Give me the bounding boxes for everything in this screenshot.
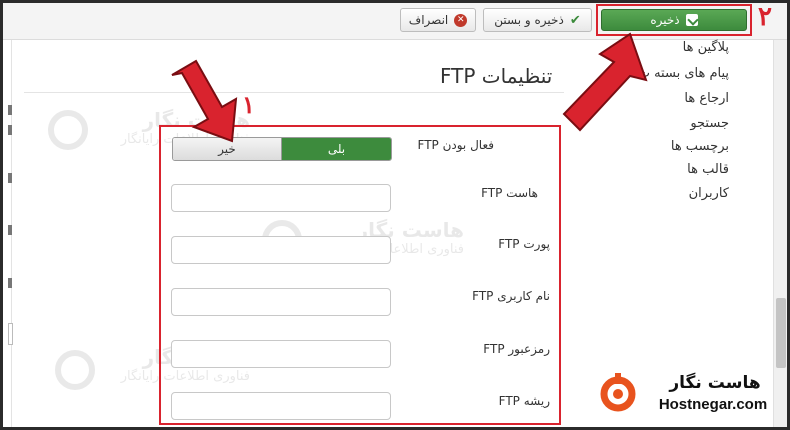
title-divider bbox=[24, 92, 564, 93]
toolbar: ✕ انصراف ✔ ذخیره و بستن ذخیره bbox=[0, 0, 790, 40]
ftp-port-label: پورت FTP bbox=[498, 237, 550, 251]
annotation-arrow-save bbox=[562, 32, 648, 132]
cancel-button[interactable]: ✕ انصراف bbox=[400, 8, 476, 32]
ftp-port-input[interactable] bbox=[171, 236, 391, 264]
ftp-password-input[interactable] bbox=[171, 340, 391, 368]
left-rail-mark bbox=[8, 105, 12, 115]
save-button-label: ذخیره bbox=[650, 13, 680, 27]
annotation-marker-form: ۱ bbox=[242, 90, 255, 119]
ftp-enable-label: فعال بودن FTP bbox=[417, 138, 495, 152]
ftp-username-label: نام کاربری FTP bbox=[472, 289, 550, 303]
watermark-logo bbox=[55, 350, 95, 390]
left-column-edge bbox=[3, 40, 13, 427]
ftp-username-input[interactable] bbox=[171, 288, 391, 316]
sidebar-item-users[interactable]: کاربران bbox=[689, 186, 729, 201]
ftp-password-label: رمزعبور FTP bbox=[483, 342, 550, 356]
ftp-root-label: ریشه FTP bbox=[498, 394, 550, 408]
brand-name-en: Hostnegar.com bbox=[658, 396, 768, 413]
sidebar-item-plugins[interactable]: پلاگین ها bbox=[683, 40, 729, 55]
watermark-logo bbox=[48, 110, 88, 150]
cancel-icon: ✕ bbox=[454, 13, 468, 27]
ftp-root-input[interactable] bbox=[171, 392, 391, 420]
left-rail-mark bbox=[8, 278, 12, 288]
left-rail-mark bbox=[8, 225, 12, 235]
ftp-host-label: هاست FTP bbox=[481, 186, 538, 200]
sidebar-item-templates[interactable]: قالب ها bbox=[687, 162, 729, 177]
ftp-settings-form bbox=[159, 125, 561, 425]
hostnegar-logo-icon bbox=[600, 373, 636, 412]
ftp-host-input[interactable] bbox=[171, 184, 391, 212]
brand-name-fa: هاست نگار bbox=[669, 373, 761, 393]
left-rail-mark bbox=[8, 125, 12, 135]
cancel-button-label: انصراف bbox=[408, 13, 449, 27]
left-rail-mark bbox=[8, 173, 12, 183]
ftp-enable-option-yes[interactable]: بلی bbox=[282, 138, 391, 160]
save-and-close-label: ذخیره و بستن bbox=[494, 13, 564, 27]
sidebar-item-redirects[interactable]: ارجاع ها bbox=[684, 91, 729, 106]
scrollbar-thumb[interactable] bbox=[776, 298, 786, 368]
check-icon: ✔ bbox=[569, 12, 581, 28]
sidebar-item-tags[interactable]: برچسب ها bbox=[671, 139, 729, 154]
scrollbar-track[interactable] bbox=[773, 40, 787, 427]
sidebar-item-post-installation-messages[interactable]: پیام های بسته ت bbox=[638, 66, 729, 81]
annotation-arrow-form bbox=[171, 59, 238, 143]
edit-icon bbox=[685, 14, 698, 26]
left-rail-mark bbox=[8, 323, 13, 345]
sidebar: پلاگین ها پیام های بسته ت ارجاع ها جستجو… bbox=[638, 40, 773, 320]
sidebar-item-search[interactable]: جستجو bbox=[690, 116, 729, 131]
annotation-marker-save: ۲ bbox=[758, 2, 772, 32]
